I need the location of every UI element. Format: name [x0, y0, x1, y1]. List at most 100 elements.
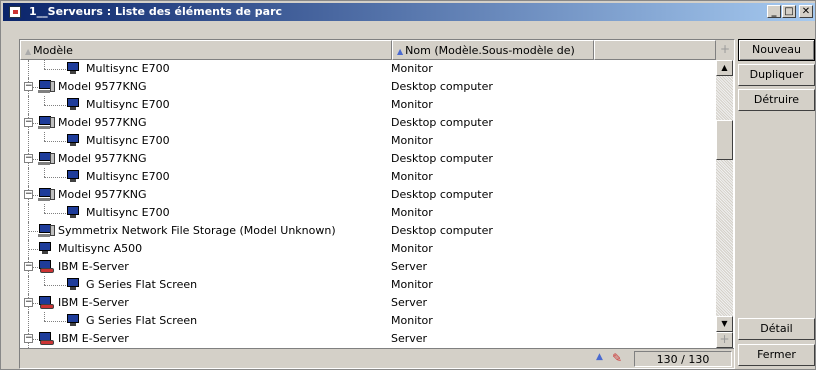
table-row[interactable]: G Series Flat Screen Monitor	[20, 276, 714, 294]
tree-line	[44, 312, 45, 321]
monitor-icon	[66, 62, 80, 75]
scroll-down-button[interactable]: ▼	[716, 316, 733, 332]
table-row[interactable]: Symmetrix Network File Storage (Model Un…	[20, 222, 714, 240]
row-model: Multisync A500	[58, 242, 143, 255]
tree-line	[28, 168, 29, 186]
table-row[interactable]: Multisync E700 Monitor	[20, 60, 714, 78]
column-header-bar: ▲ Modèle ▲ Nom (Modèle.Sous-modèle de) +	[20, 40, 734, 60]
monitor-icon	[66, 278, 80, 291]
tree-line	[28, 312, 29, 330]
row-model: Model 9577KNG	[58, 116, 147, 129]
tree-line	[44, 276, 45, 285]
row-model: Multisync E700	[86, 134, 170, 147]
status-bar: ▲ ✎ 130 / 130	[20, 348, 734, 368]
column-header-model[interactable]: ▲ Modèle	[20, 40, 392, 60]
server-icon	[38, 260, 56, 274]
detail-button[interactable]: Détail	[738, 318, 815, 340]
server-icon	[38, 296, 56, 310]
row-type: Monitor	[391, 314, 433, 327]
sort-direction-icon[interactable]: ▲	[596, 352, 603, 362]
duplicate-button[interactable]: Dupliquer	[738, 64, 815, 86]
monitor-icon	[66, 98, 80, 111]
table-row[interactable]: − Model 9577KNG Desktop computer	[20, 114, 714, 132]
add-column-icon[interactable]: +	[718, 42, 732, 56]
collapse-toggle[interactable]: −	[24, 82, 33, 91]
monitor-icon	[66, 134, 80, 147]
table-row[interactable]: Multisync E700 Monitor	[20, 204, 714, 222]
minimize-button[interactable]: _	[767, 5, 781, 18]
row-model: Symmetrix Network File Storage (Model Un…	[58, 224, 336, 237]
sort-indicator-icon: ▲	[25, 47, 32, 56]
tree-line	[44, 285, 66, 286]
window-title: 1__Serveurs : Liste des éléments de parc	[29, 5, 283, 18]
asset-list-icon	[9, 6, 21, 18]
table-row[interactable]: − IBM E-Server Server	[20, 330, 714, 348]
row-model: Model 9577KNG	[58, 80, 147, 93]
row-type: Desktop computer	[391, 116, 493, 129]
table-row[interactable]: − IBM E-Server Server	[20, 294, 714, 312]
column-header-empty[interactable]	[594, 40, 716, 60]
row-type: Server	[391, 296, 428, 309]
row-model: Model 9577KNG	[58, 188, 147, 201]
monitor-icon	[66, 206, 80, 219]
tree-line	[44, 69, 66, 70]
vertical-scrollbar[interactable]: ▲ ▼ +	[716, 60, 733, 348]
scroll-up-button[interactable]: ▲	[716, 60, 733, 76]
table-row[interactable]: Multisync E700 Monitor	[20, 168, 714, 186]
table-row[interactable]: Multisync E700 Monitor	[20, 96, 714, 114]
monitor-icon	[66, 170, 80, 183]
row-model: G Series Flat Screen	[86, 278, 198, 291]
desktop-computer-icon	[38, 224, 56, 238]
close-window-button[interactable]: ✕	[799, 5, 813, 18]
tree-line	[44, 213, 66, 214]
collapse-toggle[interactable]: −	[24, 262, 33, 271]
table-row[interactable]: − Model 9577KNG Desktop computer	[20, 78, 714, 96]
tree-line	[44, 132, 45, 141]
new-button[interactable]: Nouveau	[738, 39, 815, 61]
collapse-toggle[interactable]: −	[24, 190, 33, 199]
desktop-computer-icon	[38, 152, 56, 166]
row-model: Model 9577KNG	[58, 152, 147, 165]
monitor-icon	[66, 314, 80, 327]
row-type: Monitor	[391, 62, 433, 75]
row-model: Multisync E700	[86, 98, 170, 111]
column-header-name[interactable]: ▲ Nom (Modèle.Sous-modèle de)	[392, 40, 594, 60]
destroy-button[interactable]: Détruire	[738, 89, 815, 111]
row-type: Monitor	[391, 170, 433, 183]
close-button[interactable]: Fermer	[738, 344, 815, 366]
desktop-computer-icon	[38, 116, 56, 130]
title-bar[interactable]: 1__Serveurs : Liste des éléments de parc…	[3, 3, 815, 21]
tree-line	[44, 168, 45, 177]
collapse-toggle[interactable]: −	[24, 118, 33, 127]
filter-icon[interactable]: ✎	[612, 351, 628, 365]
row-model: Multisync E700	[86, 206, 170, 219]
asset-tree-list[interactable]: ▲ Modèle ▲ Nom (Modèle.Sous-modèle de) + M…	[19, 39, 735, 369]
row-model: Multisync E700	[86, 170, 170, 183]
column-header-name-label: Nom (Modèle.Sous-modèle de)	[405, 44, 575, 57]
table-row[interactable]: G Series Flat Screen Monitor	[20, 312, 714, 330]
tree-line	[28, 204, 29, 222]
row-type: Monitor	[391, 134, 433, 147]
tree-line	[44, 204, 45, 213]
tree-line	[28, 231, 38, 232]
tree-rows: Multisync E700 Monitor − Model 9577KNG Deskt…	[20, 60, 714, 348]
table-row[interactable]: Multisync A500 Monitor	[20, 240, 714, 258]
row-type: Desktop computer	[391, 152, 493, 165]
tree-line	[28, 249, 38, 250]
table-row[interactable]: − Model 9577KNG Desktop computer	[20, 150, 714, 168]
collapse-toggle[interactable]: −	[24, 334, 33, 343]
collapse-toggle[interactable]: −	[24, 298, 33, 307]
maximize-button[interactable]: □	[782, 5, 796, 18]
table-row[interactable]: − Model 9577KNG Desktop computer	[20, 186, 714, 204]
row-model: IBM E-Server	[58, 260, 129, 273]
scroll-thumb[interactable]	[716, 120, 733, 160]
add-row-icon[interactable]: +	[716, 332, 733, 348]
server-icon	[38, 332, 56, 346]
table-row[interactable]: − IBM E-Server Server	[20, 258, 714, 276]
desktop-computer-icon	[38, 188, 56, 202]
collapse-toggle[interactable]: −	[24, 154, 33, 163]
desktop-computer-icon	[38, 80, 56, 94]
tree-line	[28, 60, 29, 78]
table-row[interactable]: Multisync E700 Monitor	[20, 132, 714, 150]
column-header-model-label: Modèle	[33, 44, 73, 57]
